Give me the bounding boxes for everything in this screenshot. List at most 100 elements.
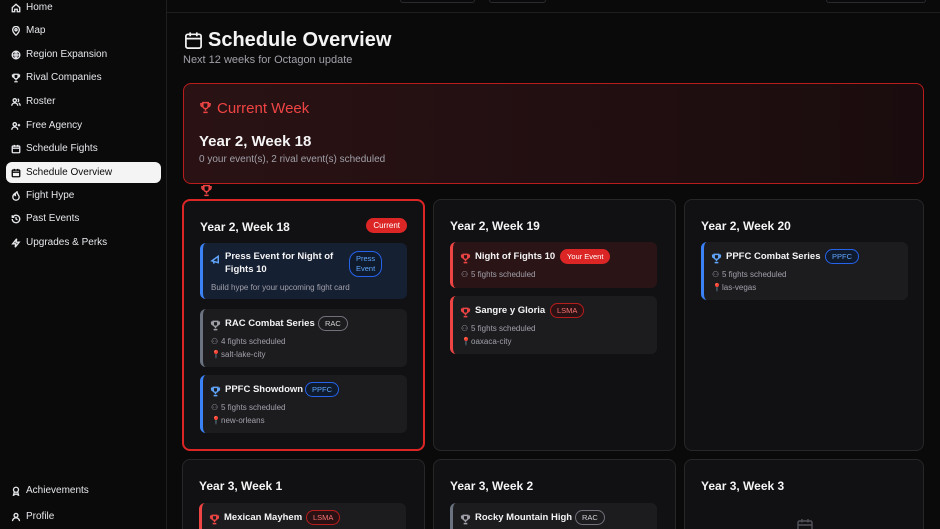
week-title: Year 3, Week 3 bbox=[701, 479, 785, 493]
event-name: Press Event for Night of bbox=[225, 251, 334, 262]
week-card[interactable]: Year 2, Week 19 Night of Fights 10 Your … bbox=[433, 199, 676, 451]
history-icon bbox=[11, 213, 26, 225]
pin-icon: 📍 bbox=[211, 416, 221, 425]
sidebar-item-achievements[interactable]: Achievements bbox=[6, 480, 161, 501]
event-name: PPFC Combat Series bbox=[726, 251, 821, 262]
fights-count: ⚇ 5 fights scheduled bbox=[461, 270, 536, 279]
sidebar-item-schedule-fights[interactable]: Schedule Fights bbox=[6, 138, 161, 159]
flame-icon bbox=[11, 190, 26, 202]
toolbar-button-stub[interactable] bbox=[489, 0, 546, 3]
trophy-icon bbox=[460, 251, 471, 264]
promotion-tag: PPFC bbox=[305, 382, 340, 397]
event-card[interactable]: Rocky Mountain High RAC bbox=[450, 503, 657, 529]
week-title: Year 3, Week 2 bbox=[450, 479, 534, 493]
toolbar-button-stub[interactable] bbox=[400, 0, 475, 3]
sidebar-item-region-expansion[interactable]: Region Expansion bbox=[6, 44, 161, 65]
week-card[interactable]: Year 3, Week 3 bbox=[684, 459, 924, 529]
users-icon: ⚇ bbox=[211, 337, 219, 346]
event-name: Sangre y Gloria bbox=[475, 305, 546, 316]
calendar-icon bbox=[797, 519, 813, 529]
award-icon bbox=[11, 485, 26, 497]
event-card[interactable]: RAC Combat Series RAC ⚇ 4 fights schedule… bbox=[200, 309, 407, 367]
main-content: Schedule Overview Next 12 weeks for Octa… bbox=[167, 0, 940, 529]
trophy-icon bbox=[210, 384, 221, 397]
sidebar-item-label: Free Agency bbox=[26, 120, 83, 131]
event-card[interactable]: Mexican Mayhem LSMA bbox=[199, 503, 406, 529]
sidebar-item-map[interactable]: Map bbox=[6, 20, 161, 41]
pin-icon: 📍 bbox=[712, 283, 722, 292]
event-description: Build hype for your upcoming fight card bbox=[211, 283, 350, 292]
home-icon bbox=[11, 2, 26, 14]
week-card[interactable]: Year 3, Week 1 Mexican Mayhem LSMA bbox=[182, 459, 425, 529]
promotion-tag: LSMA bbox=[550, 303, 585, 318]
sidebar-item-label: Schedule Fights bbox=[26, 143, 98, 154]
sidebar-item-label: Home bbox=[26, 2, 53, 13]
users-icon: ⚇ bbox=[211, 403, 219, 412]
event-card[interactable]: Sangre y Gloria LSMA ⚇ 5 fights scheduled… bbox=[450, 296, 657, 354]
week-card[interactable]: Year 2, Week 20 PPFC Combat Series PPFC … bbox=[684, 199, 924, 451]
event-card[interactable]: Press Event for Night of Fights 10 Press… bbox=[200, 243, 407, 299]
event-location: 📍las-vegas bbox=[712, 283, 757, 292]
promotion-tag: PPFC bbox=[825, 249, 860, 264]
trophy-icon bbox=[711, 251, 722, 264]
event-card[interactable]: PPFC Showdown PPFC ⚇ 5 fights scheduled 📍… bbox=[200, 375, 407, 433]
sidebar-item-label: Achievements bbox=[26, 485, 89, 496]
current-badge: Current bbox=[366, 218, 407, 233]
week-title: Year 2, Week 19 bbox=[450, 219, 540, 233]
promotion-tag: RAC bbox=[318, 316, 348, 331]
sidebar-item-label: Upgrades & Perks bbox=[26, 237, 108, 248]
week-title: Year 2, Week 20 bbox=[701, 219, 791, 233]
trophy-icon bbox=[460, 512, 471, 525]
megaphone-icon bbox=[210, 252, 221, 264]
calendar-icon bbox=[11, 143, 26, 155]
trophy-icon bbox=[210, 318, 221, 331]
current-week-label: Current Week bbox=[217, 100, 310, 117]
sidebar-item-roster[interactable]: Roster bbox=[6, 91, 161, 112]
week-card[interactable]: Year 2, Week 18 Current Press Event for … bbox=[182, 199, 425, 451]
event-name: PPFC Showdown bbox=[225, 384, 304, 395]
sidebar-item-fight-hype[interactable]: Fight Hype bbox=[6, 185, 161, 206]
event-name: Mexican Mayhem bbox=[224, 512, 303, 523]
trophy-icon bbox=[460, 305, 471, 318]
sidebar-item-label: Schedule Overview bbox=[26, 167, 113, 178]
user-plus-icon bbox=[11, 120, 26, 132]
trophy-icon bbox=[200, 101, 211, 114]
toolbar-button-stub[interactable] bbox=[826, 0, 926, 3]
sidebar-item-label: Region Expansion bbox=[26, 49, 108, 60]
globe-icon bbox=[11, 49, 26, 61]
sidebar-item-free-agency[interactable]: Free Agency bbox=[6, 115, 161, 136]
your-event-badge: Your Event bbox=[560, 249, 611, 264]
calendar-icon bbox=[185, 32, 202, 49]
event-name: Rocky Mountain High bbox=[475, 512, 573, 523]
trophy-icon bbox=[11, 72, 26, 84]
sidebar-item-rival-companies[interactable]: Rival Companies bbox=[6, 67, 161, 88]
sidebar-item-past-events[interactable]: Past Events bbox=[6, 208, 161, 229]
promotion-tag: RAC bbox=[575, 510, 605, 525]
calendar-icon bbox=[11, 167, 26, 179]
sidebar-item-home[interactable]: Home bbox=[6, 0, 161, 18]
page-title: Schedule Overview bbox=[208, 29, 392, 51]
users-icon: ⚇ bbox=[461, 324, 469, 333]
trophy-icon bbox=[209, 512, 220, 525]
event-name: Night of Fights 10 bbox=[475, 251, 556, 262]
event-card[interactable]: PPFC Combat Series PPFC ⚇ 5 fights schedu… bbox=[701, 242, 908, 300]
sidebar-item-upgrades-perks[interactable]: Upgrades & Perks bbox=[6, 232, 161, 253]
page-subtitle: Next 12 weeks for Octagon update bbox=[183, 54, 353, 66]
promotion-tag: LSMA bbox=[306, 510, 341, 525]
divider bbox=[167, 12, 940, 13]
fights-count: ⚇ 4 fights scheduled bbox=[211, 337, 286, 346]
pin-icon: 📍 bbox=[461, 337, 471, 346]
current-week-summary: 0 your event(s), 2 rival event(s) schedu… bbox=[199, 154, 386, 165]
week-card[interactable]: Year 3, Week 2 Rocky Mountain High RAC bbox=[433, 459, 676, 529]
users-icon bbox=[11, 96, 26, 108]
event-type-badge: Press Event bbox=[349, 251, 383, 277]
fights-count: ⚇ 5 fights scheduled bbox=[712, 270, 787, 279]
sidebar-item-profile[interactable]: Profile bbox=[6, 506, 161, 527]
sidebar-item-label: Profile bbox=[26, 511, 55, 522]
event-location: 📍salt-lake-city bbox=[211, 350, 266, 359]
event-location: 📍oaxaca-city bbox=[461, 337, 512, 346]
sidebar-item-schedule-overview[interactable]: Schedule Overview bbox=[6, 162, 161, 183]
sidebar-item-label: Rival Companies bbox=[26, 72, 102, 83]
event-card[interactable]: Night of Fights 10 Your Event ⚇ 5 fights … bbox=[450, 242, 657, 288]
fights-count: ⚇ 5 fights scheduled bbox=[211, 403, 286, 412]
